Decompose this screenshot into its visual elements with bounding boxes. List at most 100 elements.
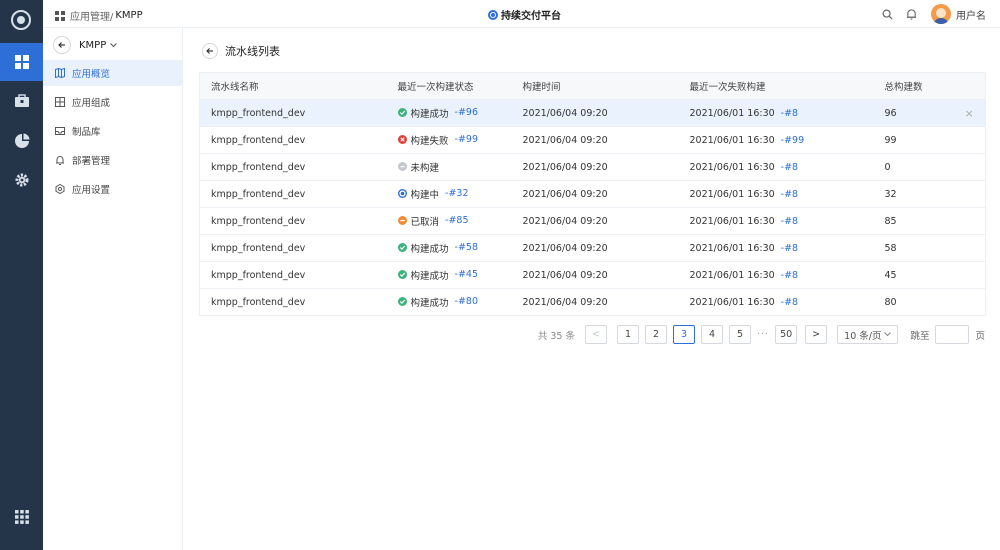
last-fail-cell: 2021/06/01 16:30 -#99 xyxy=(678,126,874,154)
notification-button[interactable] xyxy=(901,4,921,24)
rail-item-settings[interactable] xyxy=(0,161,43,199)
arrow-left-icon xyxy=(206,48,213,54)
grid-icon xyxy=(55,97,65,107)
pipeline-name[interactable]: kmpp_frontend_dev xyxy=(199,153,387,181)
success-check-icon xyxy=(397,243,407,253)
sidebar-item-components[interactable]: 应用组成 xyxy=(43,89,182,115)
pipeline-name[interactable]: kmpp_frontend_dev xyxy=(199,234,387,262)
rail-item-apps[interactable] xyxy=(0,498,43,536)
last-fail-cell: 2021/06/01 16:30 -#8 xyxy=(678,99,874,127)
sidebar: KMPP 应用概览 应用组成 制品库 部署管理 应用设置 xyxy=(43,28,183,550)
pipeline-name[interactable]: kmpp_frontend_dev xyxy=(199,180,387,208)
arrow-left-icon xyxy=(58,42,65,48)
column-header-status[interactable]: 最近一次构建状态 xyxy=(386,72,512,100)
sidebar-item-artifacts[interactable]: 制品库 xyxy=(43,118,182,144)
pipeline-name[interactable]: kmpp_frontend_dev xyxy=(199,126,387,154)
fail-build-link[interactable]: -#8 xyxy=(781,216,798,227)
page-button-last[interactable]: 50 xyxy=(775,325,798,344)
pipeline-name[interactable]: kmpp_frontend_dev xyxy=(199,261,387,289)
total-builds: 58 xyxy=(873,234,954,262)
fail-build-link[interactable]: -#8 xyxy=(781,162,798,173)
page-button-4[interactable]: 4 xyxy=(701,325,723,344)
app-logo-icon[interactable] xyxy=(11,10,31,30)
page-button-3[interactable]: 3 xyxy=(673,325,695,344)
build-status-cell: 构建成功 -#45 xyxy=(386,261,512,289)
next-page-button[interactable]: > xyxy=(805,325,828,344)
page-button-1[interactable]: 1 xyxy=(617,325,639,344)
breadcrumb-parent[interactable]: 应用管理/ xyxy=(70,8,113,23)
page-back-button[interactable] xyxy=(202,43,218,59)
breadcrumb: 应用管理/ KMPP xyxy=(55,8,143,23)
build-status-cell: 构建成功 -#58 xyxy=(386,234,512,262)
sidebar-item-label: 应用概览 xyxy=(72,69,111,80)
table-row[interactable]: kmpp_frontend_dev 构建中 -#32 2021/06/04 09:20… xyxy=(199,180,986,208)
fail-build-link[interactable]: -#8 xyxy=(781,108,798,119)
build-number-link[interactable]: -#58 xyxy=(455,242,478,253)
column-header-last-fail[interactable]: 最近一次失败构建 xyxy=(678,72,874,100)
last-fail-time: 2021/06/01 16:30 xyxy=(689,296,775,308)
build-number-link[interactable]: -#32 xyxy=(445,188,468,199)
sidebar-item-overview[interactable]: 应用概览 xyxy=(43,60,182,86)
build-number-link[interactable]: -#80 xyxy=(455,296,478,307)
table-row[interactable]: kmpp_frontend_dev 未构建 2021/06/04 09:20 2021… xyxy=(199,153,986,181)
jump-page-input[interactable] xyxy=(935,325,970,344)
last-fail-cell: 2021/06/01 16:30 -#8 xyxy=(678,207,874,235)
sidebar-item-settings[interactable]: 应用设置 xyxy=(43,176,182,202)
table-row[interactable]: kmpp_frontend_dev 构建成功 -#96 2021/06/04 09:2… xyxy=(199,99,986,127)
rail-item-stats[interactable] xyxy=(0,122,43,160)
column-header-total[interactable]: 总构建数 xyxy=(873,72,954,100)
fail-build-link[interactable]: -#8 xyxy=(781,270,798,281)
sidebar-item-deploy[interactable]: 部署管理 xyxy=(43,147,182,173)
build-number-link[interactable]: -#96 xyxy=(455,107,478,118)
page-ellipsis[interactable]: ··· xyxy=(757,329,769,340)
column-header-actions xyxy=(953,72,986,100)
search-button[interactable] xyxy=(877,4,897,24)
build-time: 2021/06/04 09:20 xyxy=(511,153,679,181)
back-button[interactable] xyxy=(53,36,71,54)
table-row[interactable]: kmpp_frontend_dev 构建成功 -#45 2021/06/04 09:2… xyxy=(199,261,986,289)
row-action-cell xyxy=(953,234,986,262)
fail-build-link[interactable]: -#8 xyxy=(781,243,798,254)
fail-build-link[interactable]: -#99 xyxy=(781,135,804,146)
fail-build-link[interactable]: -#8 xyxy=(781,189,798,200)
grid-icon xyxy=(55,10,65,21)
row-action-cell xyxy=(953,261,986,289)
brand-title: 持续交付平台 xyxy=(488,7,561,22)
last-fail-time: 2021/06/01 16:30 xyxy=(689,215,775,227)
rail-item-dashboard[interactable] xyxy=(0,43,43,81)
rail-item-toolbox[interactable] xyxy=(0,82,43,120)
page-size-select[interactable]: 10 条/页 xyxy=(837,325,899,344)
brand-text: 持续交付平台 xyxy=(501,11,561,22)
build-status-text: 构建失败 xyxy=(410,135,449,147)
table-row[interactable]: kmpp_frontend_dev 构建成功 -#80 2021/06/04 09:2… xyxy=(199,288,986,316)
last-fail-time: 2021/06/01 16:30 xyxy=(689,134,775,146)
build-number-link[interactable]: -#85 xyxy=(445,215,468,226)
fail-build-link[interactable]: -#8 xyxy=(781,297,798,308)
build-number-link[interactable]: -#99 xyxy=(455,134,478,145)
last-fail-time: 2021/06/01 16:30 xyxy=(689,269,775,281)
pipeline-name[interactable]: kmpp_frontend_dev xyxy=(199,288,387,316)
table-row[interactable]: kmpp_frontend_dev 构建失败 -#99 2021/06/04 09:2… xyxy=(199,126,986,154)
last-fail-time: 2021/06/01 16:30 xyxy=(689,107,775,119)
table-row[interactable]: kmpp_frontend_dev 构建成功 -#58 2021/06/04 09:2… xyxy=(199,234,986,262)
project-name: KMPP xyxy=(79,39,107,51)
prev-page-button[interactable]: < xyxy=(585,325,607,344)
last-fail-cell: 2021/06/01 16:30 -#8 xyxy=(678,234,874,262)
cancelled-icon xyxy=(397,216,407,226)
project-switcher[interactable]: KMPP xyxy=(53,36,118,54)
row-action-cell xyxy=(953,207,986,235)
column-header-name[interactable]: 流水线名称 xyxy=(199,72,387,100)
pipeline-name[interactable]: kmpp_frontend_dev xyxy=(199,99,387,127)
column-header-build-time[interactable]: 构建时间 xyxy=(511,72,679,100)
page-button-5[interactable]: 5 xyxy=(729,325,751,344)
build-number-link[interactable]: -#45 xyxy=(455,269,478,280)
total-builds: 96 xyxy=(873,99,954,127)
close-icon[interactable]: × xyxy=(965,107,974,120)
pipeline-name[interactable]: kmpp_frontend_dev xyxy=(199,207,387,235)
page-button-2[interactable]: 2 xyxy=(645,325,667,344)
inbox-icon xyxy=(55,127,65,135)
user-name[interactable]: 用户名 xyxy=(956,7,986,22)
row-action-cell xyxy=(953,126,986,154)
avatar[interactable] xyxy=(931,4,951,24)
table-row[interactable]: kmpp_frontend_dev 已取消 -#85 2021/06/04 09:20… xyxy=(199,207,986,235)
